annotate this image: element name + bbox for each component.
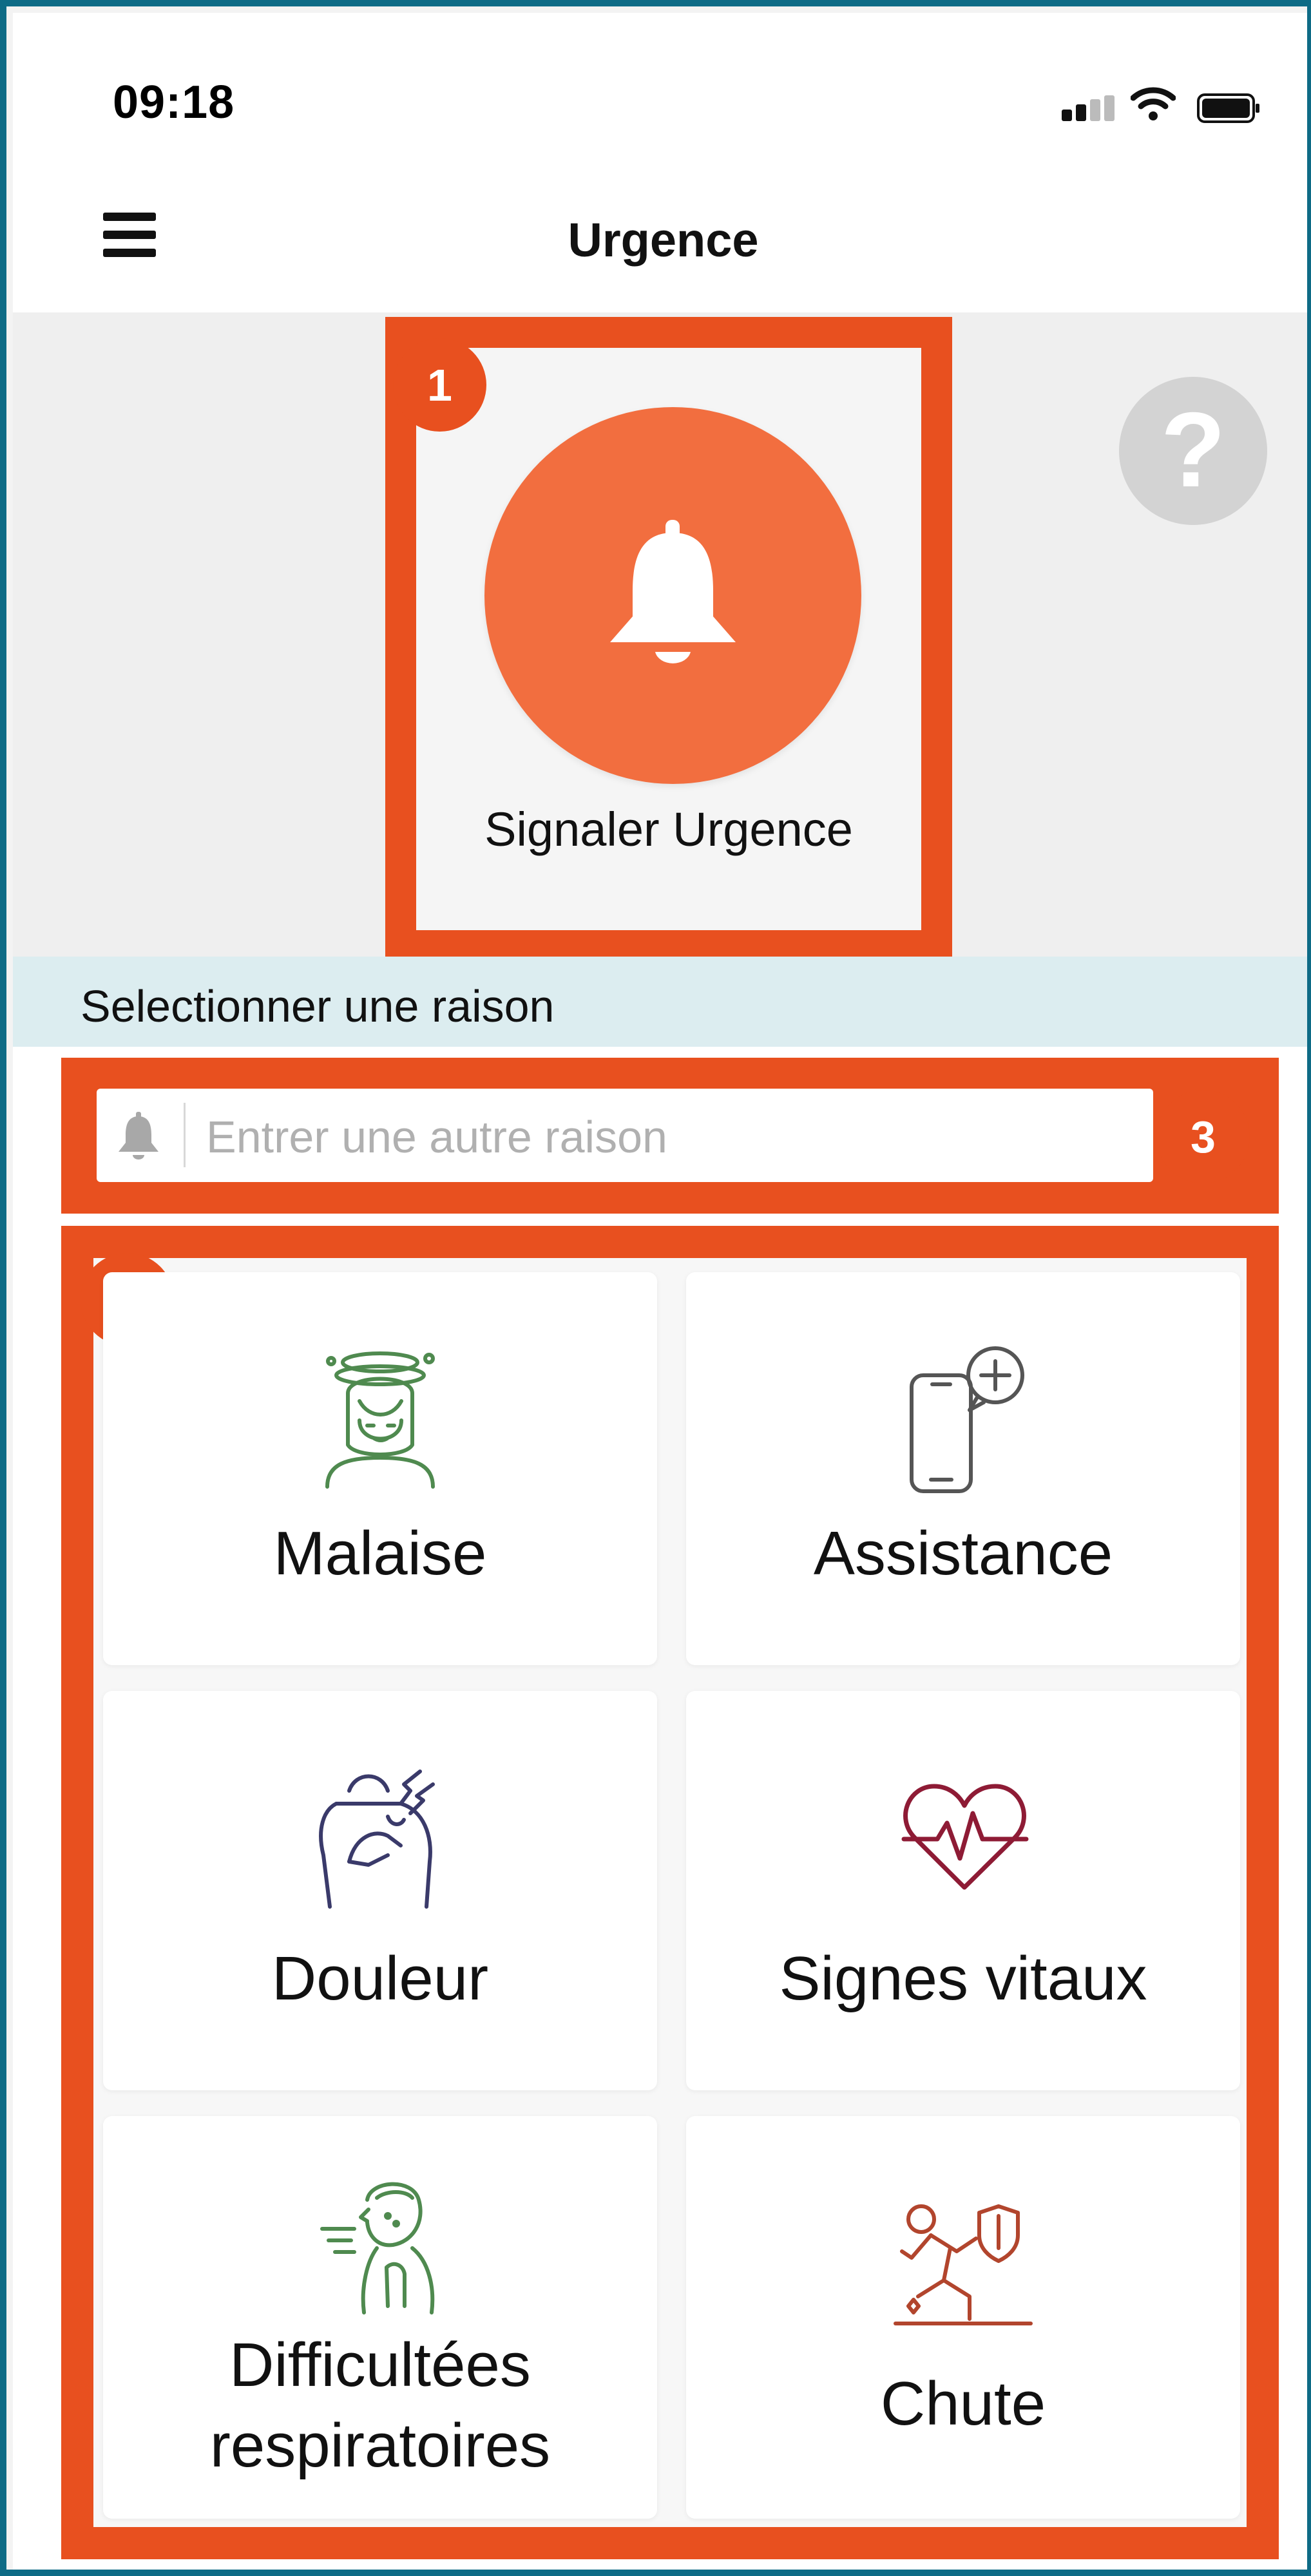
reason-label-malaise: Malaise xyxy=(273,1519,487,1588)
reason-tile-douleur[interactable]: Douleur xyxy=(103,1691,657,2090)
reason-tile-assistance[interactable]: Assistance xyxy=(686,1272,1240,1665)
alert-label: Signaler Urgence xyxy=(484,803,853,856)
bell-small-icon xyxy=(119,1112,158,1159)
reason-label-chute: Chute xyxy=(880,2369,1046,2438)
battery-icon xyxy=(1197,93,1259,123)
badge-1: 1 xyxy=(393,338,486,432)
heartbeat-icon xyxy=(901,1784,1029,1890)
other-reason-input[interactable] xyxy=(206,1111,1108,1163)
app-frame: 09:18 Urgence ? Signaler Urgence 1 Selec… xyxy=(0,0,1311,2576)
signal-icon xyxy=(1062,95,1115,121)
fall-icon xyxy=(894,2204,1033,2325)
input-divider xyxy=(184,1103,186,1167)
reason-section-label: Selectionner une raison xyxy=(81,981,555,1031)
reason-label-signes-vitaux: Signes vitaux xyxy=(779,1944,1147,2013)
nav-bar: Urgence xyxy=(13,187,1307,312)
status-time: 09:18 xyxy=(113,77,235,128)
breathing-difficulty-icon xyxy=(320,2182,435,2314)
bell-icon xyxy=(610,520,736,663)
reason-tile-malaise[interactable]: Malaise xyxy=(103,1272,657,1665)
status-bar: 09:18 xyxy=(13,13,1307,187)
reason-label-douleur: Douleur xyxy=(271,1944,489,2013)
dizzy-person-icon xyxy=(325,1351,435,1489)
page-title: Urgence xyxy=(568,213,759,267)
reason-label-assistance: Assistance xyxy=(813,1519,1113,1588)
badge-3: 3 xyxy=(1156,1090,1250,1183)
emergency-alert-button[interactable] xyxy=(484,407,861,784)
wifi-icon xyxy=(1131,87,1176,120)
reason-tile-difficultees-respiratoires[interactable]: Difficultées respiratoires xyxy=(103,2116,657,2519)
phone-plus-icon xyxy=(910,1346,1024,1493)
help-icon[interactable]: ? xyxy=(1116,374,1270,528)
reason-tile-chute[interactable]: Chute xyxy=(686,2116,1240,2519)
reason-tile-signes-vitaux[interactable]: Signes vitaux xyxy=(686,1691,1240,2090)
reason-label-difficultees-respiratoires: Difficultées respiratoires xyxy=(209,2331,551,2480)
other-reason-field[interactable] xyxy=(97,1089,1153,1182)
chest-pain-icon xyxy=(319,1770,435,1909)
svg-text:?: ? xyxy=(1161,390,1226,509)
